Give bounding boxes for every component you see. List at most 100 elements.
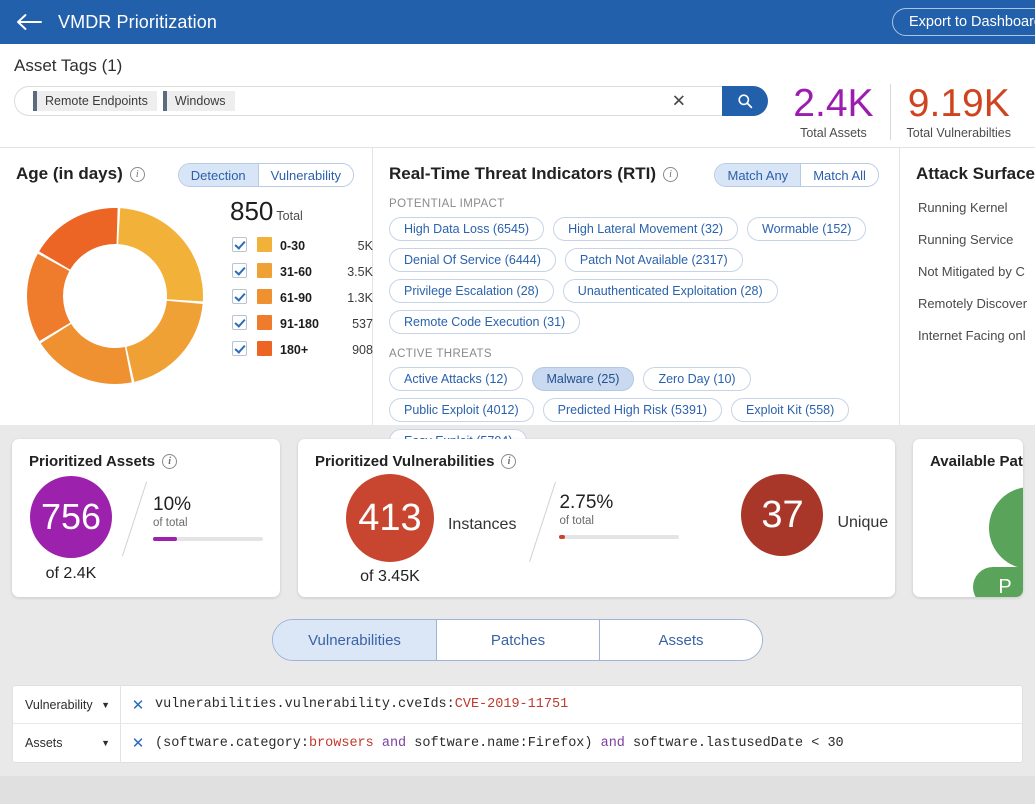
query-token: vulnerabilities.vulnerability.cveIds: — [155, 697, 455, 712]
donut-segment-91-180[interactable] — [27, 253, 71, 342]
available-patches-circle-small: P — [973, 567, 1023, 597]
attack-surface-item[interactable]: Running Service — [918, 232, 1035, 247]
rti-chip[interactable]: Zero Day (10) — [643, 367, 751, 391]
prioritized-assets-circle: 756 — [30, 476, 112, 558]
prioritized-assets-title: Prioritized Assets i — [12, 439, 280, 470]
vulnerabilities-instances-circle: 413 — [345, 474, 434, 562]
query-scope-select[interactable]: Assets ▼ — [13, 724, 121, 762]
rti-group-label: POTENTIAL IMPACT — [389, 198, 505, 210]
kpi-total-assets: 2.4K Total Assets — [777, 84, 889, 141]
percent-sub: of total — [559, 515, 594, 527]
query-token: browsers — [308, 735, 374, 751]
legend-swatch — [257, 289, 272, 304]
legend-checkbox-61-90[interactable] — [232, 289, 247, 304]
tabs-container: Vulnerabilities Patches Assets — [272, 619, 763, 661]
toggle-vulnerability[interactable]: Vulnerability — [257, 164, 353, 186]
query-token: software.name:Firefox) — [406, 735, 601, 751]
tab-patches[interactable]: Patches — [436, 620, 599, 660]
rti-chip[interactable]: Remote Code Execution (31) — [389, 310, 581, 334]
back-arrow-icon[interactable] — [12, 5, 46, 39]
donut-segment-61-90[interactable] — [40, 323, 132, 384]
prioritized-vulnerabilities-title: Prioritized Vulnerabilities i — [298, 439, 895, 470]
tag-color-bar — [162, 91, 167, 111]
attack-surface-item[interactable]: Running Kernel — [918, 200, 1035, 215]
query-scope-label: Assets — [25, 736, 63, 750]
info-icon[interactable]: i — [663, 166, 679, 182]
rti-chip[interactable]: Wormable (152) — [747, 217, 867, 241]
attack-surface-item[interactable]: Not Mitigated by C — [918, 264, 1035, 279]
rti-chip[interactable]: Predicted High Risk (5391) — [542, 398, 723, 422]
age-donut-chart[interactable] — [20, 201, 210, 391]
age-legend: 850 Total 0-30 5K 31-60 3.5K 61-90 1.3K 91-180 5… — [230, 196, 373, 363]
donut-segment-31-60[interactable] — [126, 300, 203, 382]
search-button[interactable] — [722, 86, 768, 116]
legend-checkbox-31-60[interactable] — [232, 263, 247, 278]
legend-swatch — [257, 263, 272, 278]
donut-segment-0-30[interactable] — [118, 208, 203, 302]
app-header: VMDR Prioritization Export to Dashboard — [0, 0, 1035, 44]
rti-chip[interactable]: Denial Of Service (6444) — [389, 248, 556, 272]
vulnerabilities-percent-block: 2.75% of total — [559, 492, 680, 539]
info-icon[interactable]: i — [129, 166, 145, 182]
rti-chip[interactable]: Active Attacks (12) — [389, 367, 523, 391]
search-input[interactable]: Remote Endpoints Windows ✕ — [14, 86, 722, 116]
close-icon[interactable]: ✕ — [121, 696, 155, 714]
tab-vulnerabilities[interactable]: Vulnerabilities — [273, 620, 436, 660]
instances-of: of 3.45K — [360, 568, 420, 585]
divider — [529, 481, 557, 563]
percent-value: 10% — [153, 494, 192, 515]
legend-row: 0-30 5K — [230, 233, 373, 259]
attack-surface-item[interactable]: Remotely Discover — [918, 296, 1035, 311]
legend-row: 31-60 3.5K — [230, 259, 373, 285]
close-icon[interactable]: ✕ — [672, 93, 686, 110]
attack-surface-title: Attack Surface — [915, 164, 1035, 183]
legend-swatch — [257, 237, 272, 252]
tag-label: Windows — [174, 94, 226, 108]
card-title-text: Available Pat — [930, 453, 1023, 470]
attack-surface-item[interactable]: Internet Facing onl — [918, 328, 1035, 343]
toggle-match-any[interactable]: Match Any — [715, 164, 801, 186]
rti-chip[interactable]: High Lateral Movement (32) — [553, 217, 739, 241]
rti-chip[interactable]: Public Exploit (4012) — [389, 398, 534, 422]
tag-chip[interactable]: Remote Endpoints — [33, 91, 157, 111]
rti-chip[interactable]: Unauthenticated Exploitation (28) — [562, 279, 778, 303]
close-icon[interactable]: ✕ — [121, 734, 155, 752]
export-to-dashboard-button[interactable]: Export to Dashboard — [892, 8, 1035, 36]
query-token: (software.category: — [155, 735, 309, 751]
query-scope-select[interactable]: Vulnerability ▼ — [13, 686, 121, 723]
legend-row: 180+ 908 — [230, 337, 373, 363]
toggle-detection[interactable]: Detection — [178, 164, 258, 186]
rti-chip[interactable]: Malware (25) — [531, 367, 635, 391]
query-token — [374, 736, 382, 751]
legend-row: 91-180 537 — [230, 311, 373, 337]
tag-chip[interactable]: Windows — [162, 91, 235, 111]
query-text[interactable]: (software.category:browsers and software… — [155, 736, 844, 751]
legend-checkbox-91-180[interactable] — [232, 315, 247, 330]
toggle-match-all[interactable]: Match All — [800, 164, 878, 186]
legend-swatch — [257, 315, 272, 330]
query-text[interactable]: vulnerabilities.vulnerability.cveIds:CVE… — [155, 697, 568, 712]
chevron-down-icon[interactable]: ▼ — [101, 738, 110, 748]
unique-value: 37 — [761, 493, 804, 536]
card-title-text: Prioritized Assets — [29, 453, 156, 470]
legend-label: 0-30 — [280, 239, 306, 253]
age-panel: Age (in days) i Detection Vulnerability … — [0, 148, 373, 425]
rti-chip[interactable]: Patch Not Available (2317) — [564, 248, 743, 272]
donut-segment-180+[interactable] — [39, 208, 118, 270]
chevron-down-icon[interactable]: ▼ — [101, 700, 110, 710]
rti-chip[interactable]: Exploit Kit (558) — [731, 398, 850, 422]
info-icon[interactable]: i — [162, 454, 178, 469]
rti-chip[interactable]: High Data Loss (6545) — [389, 217, 545, 241]
query-token: and — [600, 735, 625, 751]
legend-checkbox-180+[interactable] — [232, 341, 247, 356]
rti-chip[interactable]: Privilege Escalation (28) — [389, 279, 554, 303]
available-patches-value: P — [998, 575, 1012, 598]
tab-assets[interactable]: Assets — [599, 620, 762, 660]
result-tabs: Vulnerabilities Patches Assets — [0, 619, 1035, 661]
legend-checkbox-0-30[interactable] — [232, 237, 247, 252]
kpi-group: 2.4K Total Assets 9.19K Total Vulnerabil… — [777, 84, 1027, 140]
info-icon[interactable]: i — [501, 454, 517, 469]
legend-label: 31-60 — [280, 265, 312, 279]
kpi-value: 9.19K — [907, 82, 1010, 125]
query-token: software.lastusedDate < 30 — [624, 735, 844, 751]
